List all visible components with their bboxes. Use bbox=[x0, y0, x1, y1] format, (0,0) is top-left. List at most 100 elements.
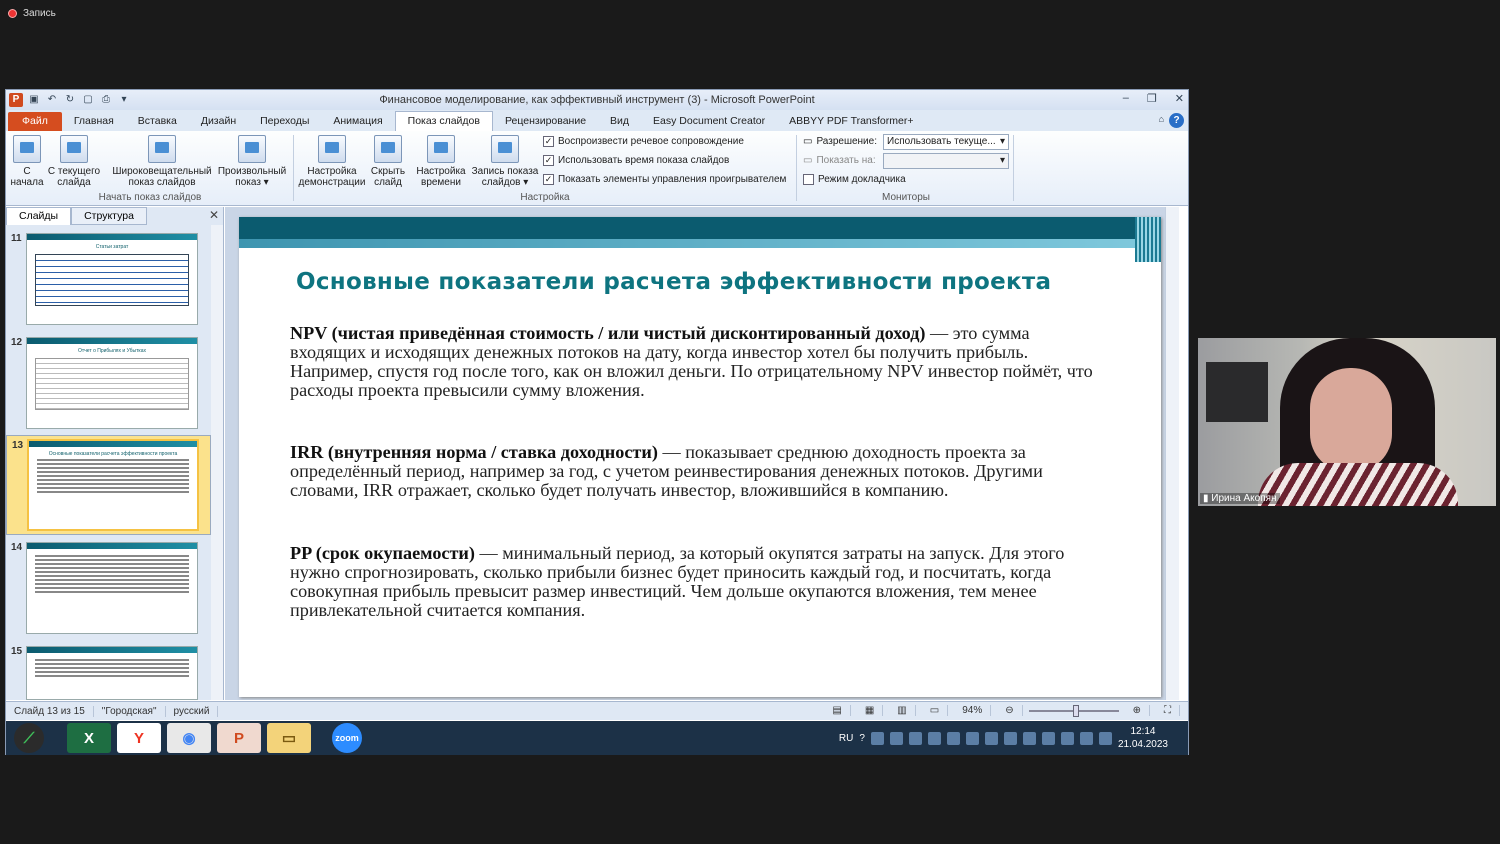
slide-thumbnail-14[interactable]: 14 bbox=[6, 542, 211, 636]
rehearse-timings-button[interactable]: Настройка времени bbox=[414, 135, 468, 188]
yandex-browser-taskbar-icon[interactable]: Y bbox=[117, 723, 161, 753]
tab-abbyy[interactable]: ABBYY PDF Transformer+ bbox=[777, 112, 925, 131]
zoom-level[interactable]: 94% bbox=[954, 705, 992, 716]
minimize-ribbon-icon[interactable]: ⌂ bbox=[1159, 114, 1164, 124]
minimize-button[interactable]: ‒ bbox=[1123, 92, 1129, 105]
file-explorer-taskbar-icon[interactable]: ▭ bbox=[267, 723, 311, 753]
zoom-in-icon[interactable]: ⊕ bbox=[1125, 705, 1150, 716]
tab-transitions[interactable]: Переходы bbox=[248, 112, 321, 131]
from-current-button[interactable]: С текущего слайда bbox=[46, 135, 102, 188]
use-timings-checkbox[interactable]: ✓ Использовать время показа слайдов bbox=[543, 155, 729, 166]
excel-taskbar-icon[interactable]: X bbox=[67, 723, 111, 753]
help-icon[interactable]: ? bbox=[1169, 113, 1184, 128]
powerpoint-logo-icon[interactable]: P bbox=[9, 93, 23, 107]
npv-paragraph[interactable]: NPV (чистая приведённая стоимость / или … bbox=[290, 324, 1110, 400]
new-doc-icon[interactable]: ▢ bbox=[81, 93, 95, 107]
tray-icon[interactable] bbox=[965, 731, 979, 745]
checked-icon: ✓ bbox=[543, 155, 554, 166]
slide-thumbnail-13[interactable]: 13 Основные показатели расчета эффективн… bbox=[6, 435, 211, 535]
window-controls: ‒ ❐ ✕ bbox=[1123, 92, 1184, 105]
slideshow-start-icon bbox=[13, 135, 41, 163]
zoom-taskbar-icon[interactable]: zoom bbox=[332, 723, 362, 753]
slide-title[interactable]: Основные показатели расчета эффективност… bbox=[296, 269, 1051, 295]
slide-thumbnail-15[interactable]: 15 bbox=[6, 646, 211, 700]
tray-icon[interactable] bbox=[870, 731, 884, 745]
save-icon[interactable]: ▣ bbox=[27, 93, 41, 107]
help-tray-icon[interactable]: ? bbox=[859, 733, 865, 744]
from-beginning-button[interactable]: С начала bbox=[10, 135, 44, 188]
pp-paragraph[interactable]: PP (срок окупаемости) — минимальный пери… bbox=[290, 544, 1110, 620]
network-icon[interactable] bbox=[1041, 731, 1055, 745]
tab-outline[interactable]: Структура bbox=[71, 207, 147, 225]
tab-animations[interactable]: Анимация bbox=[321, 112, 394, 131]
chevron-down-icon: ▾ bbox=[999, 136, 1005, 147]
customize-qat-icon[interactable]: ▾ bbox=[117, 93, 131, 107]
close-icon[interactable]: ✕ bbox=[209, 208, 219, 222]
show-media-controls-checkbox[interactable]: ✓ Показать элементы управления проигрыва… bbox=[543, 174, 786, 185]
fit-to-window-icon[interactable]: ⛶ bbox=[1156, 705, 1180, 716]
volume-icon[interactable] bbox=[1060, 731, 1074, 745]
tab-easy-document-creator[interactable]: Easy Document Creator bbox=[641, 112, 777, 131]
slide-scrollbar[interactable] bbox=[1165, 207, 1179, 700]
panel-scrollbar[interactable] bbox=[211, 225, 223, 700]
tray-icon[interactable] bbox=[984, 731, 998, 745]
participant-name: ▮ Ирина Акопян bbox=[1200, 493, 1280, 504]
clock[interactable]: 12:14 21.04.2023 bbox=[1118, 725, 1168, 751]
zoom-slider[interactable] bbox=[1028, 704, 1119, 717]
tray-icon[interactable] bbox=[908, 731, 922, 745]
tray-icon[interactable] bbox=[1022, 731, 1036, 745]
tray-icon[interactable] bbox=[1003, 731, 1017, 745]
redo-icon[interactable]: ↻ bbox=[63, 93, 77, 107]
setup-show-button[interactable]: Настройка демонстрации bbox=[296, 135, 368, 188]
keyboard-language[interactable]: RU bbox=[839, 733, 853, 744]
print-icon[interactable]: ⎙ bbox=[99, 93, 113, 107]
broadcast-button[interactable]: Широковещательный показ слайдов bbox=[110, 135, 214, 188]
slideshow-view-icon[interactable]: ▭ bbox=[922, 705, 949, 716]
custom-show-button[interactable]: Произвольный показ ▾ bbox=[216, 135, 288, 188]
play-narrations-checkbox[interactable]: ✓ Воспроизвести речевое сопровождение bbox=[543, 136, 744, 147]
hide-slide-button[interactable]: Скрыть слайд bbox=[368, 135, 408, 188]
zoom-out-icon[interactable]: ⊖ bbox=[997, 705, 1023, 716]
tab-review[interactable]: Рецензирование bbox=[493, 112, 598, 131]
tray-icon[interactable] bbox=[1079, 731, 1093, 745]
broadcast-icon bbox=[148, 135, 176, 163]
slide-thumbnail-11[interactable]: 11 Статьи затрат bbox=[6, 233, 211, 327]
tab-slide-show[interactable]: Показ слайдов bbox=[394, 111, 493, 131]
presenter-view-checkbox[interactable]: Режим докладчика bbox=[803, 174, 906, 185]
show-on-select[interactable]: ▾ bbox=[883, 153, 1009, 169]
tray-icon[interactable] bbox=[946, 731, 960, 745]
system-tray: RU ? 12:14 21.04.2023 bbox=[839, 721, 1188, 755]
record-icon bbox=[8, 9, 17, 18]
restore-button[interactable]: ❐ bbox=[1147, 92, 1157, 105]
language-indicator[interactable]: русский bbox=[166, 705, 219, 717]
slide-canvas[interactable]: Основные показатели расчета эффективност… bbox=[239, 217, 1161, 697]
tab-insert[interactable]: Вставка bbox=[126, 112, 189, 131]
tab-design[interactable]: Дизайн bbox=[189, 112, 248, 131]
theme-name: "Городская" bbox=[94, 705, 166, 717]
slide-thumbnail-12[interactable]: 12 Отчет о Прибылях и Убытках bbox=[6, 337, 211, 431]
tab-slides[interactable]: Слайды bbox=[6, 207, 72, 225]
slide-sorter-icon[interactable]: ▦ bbox=[857, 705, 884, 716]
tab-view[interactable]: Вид bbox=[598, 112, 641, 131]
slides-panel: Слайды Структура ✕ 11 Статьи затрат 12 О… bbox=[6, 207, 224, 700]
tray-icon[interactable] bbox=[927, 731, 941, 745]
zoom-slider-knob[interactable] bbox=[1072, 704, 1079, 717]
ribbon-tabs: Файл Главная Вставка Дизайн Переходы Ани… bbox=[6, 110, 1188, 131]
close-button[interactable]: ✕ bbox=[1175, 92, 1184, 105]
resolution-select[interactable]: Использовать текуще... ▾ bbox=[883, 134, 1009, 150]
tab-file[interactable]: Файл bbox=[8, 112, 62, 131]
chrome-taskbar-icon[interactable]: ◉ bbox=[167, 723, 211, 753]
reading-view-icon[interactable]: ▥ bbox=[889, 705, 916, 716]
participant-video[interactable]: ▮ Ирина Акопян bbox=[1198, 338, 1496, 506]
show-on-label: ▭ Показать на: bbox=[803, 155, 876, 166]
record-slideshow-button[interactable]: Запись показа слайдов ▾ bbox=[470, 135, 540, 188]
start-button[interactable]: ⟋ bbox=[14, 723, 44, 753]
tray-icon[interactable] bbox=[1098, 731, 1112, 745]
powerpoint-taskbar-icon[interactable]: P bbox=[217, 723, 261, 753]
undo-icon[interactable]: ↶ bbox=[45, 93, 59, 107]
irr-paragraph[interactable]: IRR (внутренняя норма / ставка доходност… bbox=[290, 443, 1110, 500]
normal-view-icon[interactable]: ▤ bbox=[824, 705, 851, 716]
zoom-controls: ▤ ▦ ▥ ▭ 94% ⊖ ⊕ ⛶ bbox=[824, 704, 1180, 717]
tray-icon[interactable] bbox=[889, 731, 903, 745]
tab-home[interactable]: Главная bbox=[62, 112, 126, 131]
